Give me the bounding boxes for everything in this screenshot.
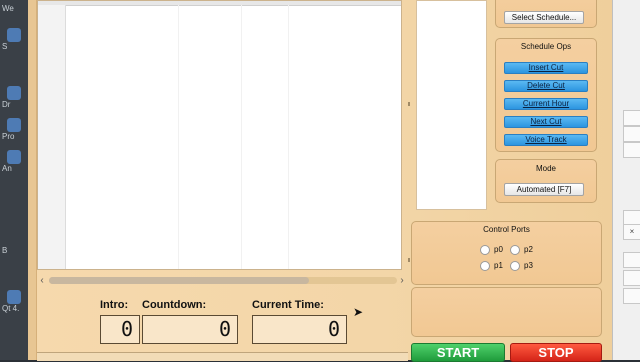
- left-strip-item[interactable]: Qt 4.: [2, 290, 26, 313]
- voice-track-button[interactable]: Voice Track: [504, 134, 588, 146]
- schedule-ops-title: Schedule Ops: [520, 42, 572, 51]
- stop-button[interactable]: STOP: [510, 343, 602, 362]
- insert-cut-button[interactable]: Insert Cut: [504, 62, 588, 74]
- cart-panel[interactable]: [416, 0, 487, 210]
- current-time-display: 0: [252, 315, 347, 344]
- countdown-display: 0: [142, 315, 238, 344]
- scroll-track[interactable]: [49, 277, 397, 284]
- mouse-cursor-icon: ➤: [353, 305, 364, 319]
- scroll-thumb[interactable]: [49, 277, 309, 284]
- next-cut-button[interactable]: Next Cut: [504, 116, 588, 128]
- port-p3-label: p3: [524, 261, 533, 270]
- port-p3-radio[interactable]: [510, 261, 520, 271]
- port-p0-label: p0: [494, 245, 503, 254]
- background-app-strip: We S Dr Pro An B Qt 4.: [0, 0, 28, 360]
- control-ports-group: Control Ports p0 p2 p1 p3: [411, 221, 602, 285]
- log-table[interactable]: [37, 0, 402, 270]
- intro-display: 0: [100, 315, 140, 344]
- side-button[interactable]: [623, 126, 640, 142]
- current-hour-button[interactable]: Current Hour: [504, 98, 588, 110]
- status-group: [411, 287, 602, 337]
- delete-cut-button[interactable]: Delete Cut: [504, 80, 588, 92]
- window-edge: [28, 0, 37, 360]
- chevron-right-icon[interactable]: ›: [397, 275, 407, 287]
- current-time-value: 0: [327, 317, 340, 341]
- current-time-label: Current Time:: [252, 299, 324, 311]
- splitter-handle[interactable]: [408, 258, 410, 262]
- side-button[interactable]: [623, 288, 640, 304]
- left-strip-item[interactable]: Pro: [2, 118, 26, 141]
- side-button[interactable]: [623, 252, 640, 268]
- left-strip-item[interactable]: Dr: [2, 86, 26, 109]
- app-icon: [7, 118, 21, 132]
- left-strip-item[interactable]: We: [2, 4, 26, 22]
- countdown-value: 0: [218, 317, 231, 341]
- horizontal-scrollbar[interactable]: ‹ ›: [37, 275, 409, 287]
- app-icon: [7, 150, 21, 164]
- mode-title: Mode: [535, 164, 556, 173]
- app-icon: [7, 290, 21, 304]
- row-header-column: [38, 5, 66, 269]
- mode-selector[interactable]: Automated [F7]: [504, 183, 584, 196]
- schedule-group: Select Schedule...: [495, 0, 597, 28]
- column-divider: [288, 5, 289, 269]
- side-button[interactable]: [623, 142, 640, 158]
- mode-group: Mode Automated [F7]: [495, 159, 597, 203]
- background-app-strip-right: ×: [612, 0, 640, 360]
- port-p2-label: p2: [524, 245, 533, 254]
- port-p0-radio[interactable]: [480, 245, 490, 255]
- column-divider: [241, 5, 242, 269]
- app-icon: [7, 28, 21, 42]
- control-ports-title: Control Ports: [483, 225, 530, 234]
- close-icon[interactable]: ×: [623, 224, 640, 240]
- port-p2-radio[interactable]: [510, 245, 520, 255]
- left-strip-item[interactable]: An: [2, 150, 26, 173]
- chevron-left-icon[interactable]: ‹: [37, 275, 47, 287]
- left-strip-item[interactable]: B: [2, 246, 26, 264]
- schedule-ops-group: Schedule Ops Insert Cut Delete Cut Curre…: [495, 38, 597, 152]
- table-header[interactable]: [38, 1, 401, 6]
- intro-label: Intro:: [100, 299, 129, 311]
- side-button[interactable]: [623, 270, 640, 286]
- select-schedule-button[interactable]: Select Schedule...: [504, 11, 584, 24]
- countdown-label: Countdown:: [142, 299, 207, 311]
- intro-value: 0: [120, 317, 133, 341]
- app-icon: [7, 86, 21, 100]
- port-p1-label: p1: [494, 261, 503, 270]
- left-strip-item[interactable]: S: [2, 28, 26, 51]
- start-button[interactable]: START: [411, 343, 505, 362]
- splitter-handle[interactable]: [408, 102, 410, 106]
- side-button[interactable]: [623, 110, 640, 126]
- port-p1-radio[interactable]: [480, 261, 490, 271]
- column-divider: [178, 5, 179, 269]
